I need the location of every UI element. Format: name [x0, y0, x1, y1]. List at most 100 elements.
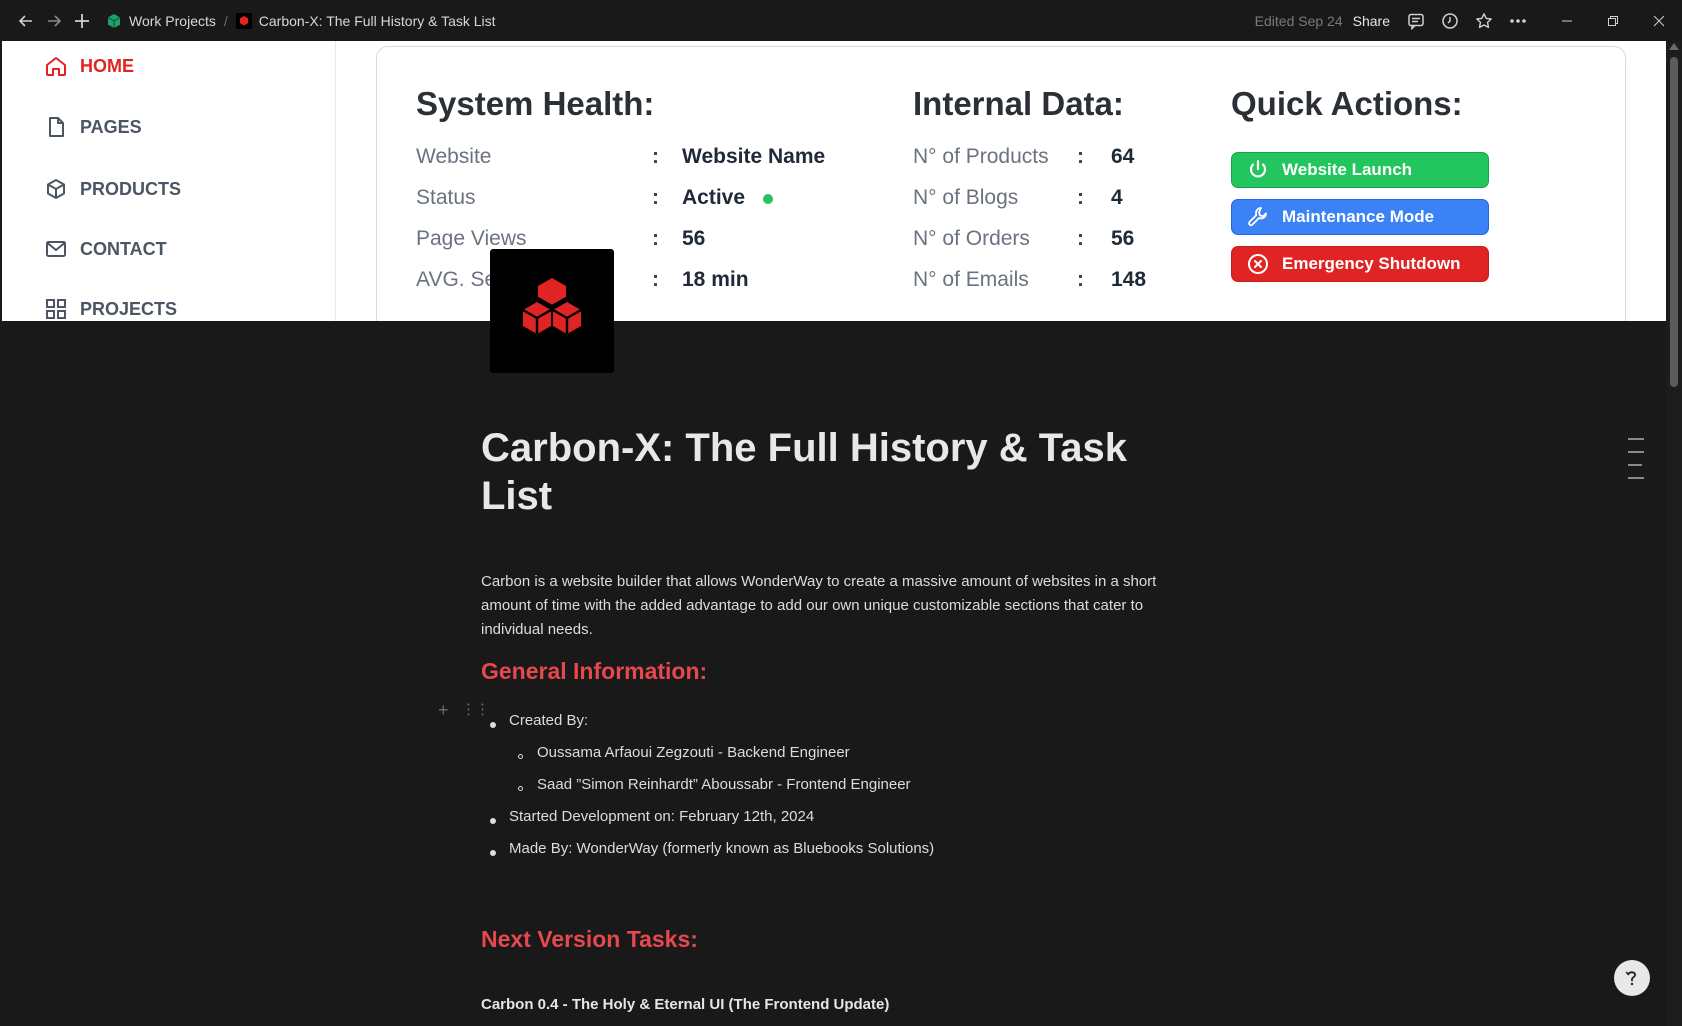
general-information-heading[interactable]: General Information: [481, 658, 707, 685]
emergency-shutdown-label: Emergency Shutdown [1282, 254, 1461, 273]
cover-sidebar: HOME PAGES PRODUCTS CONTACT PROJECTS [2, 41, 336, 321]
colon: : [652, 227, 659, 250]
breadcrumb-page[interactable]: Carbon-X: The Full History & Task List [230, 11, 502, 31]
next-version-tasks-heading[interactable]: Next Version Tasks: [481, 926, 698, 953]
breadcrumb-page-label: Carbon-X: The Full History & Task List [258, 12, 496, 29]
bullet-dot [490, 818, 496, 824]
system-health-value: Active [682, 186, 746, 209]
x-circle-icon [1248, 254, 1268, 274]
cover-nav-products-label: PRODUCTS [80, 178, 182, 199]
bullet-dot [490, 850, 496, 856]
list-item-started[interactable]: Started Development on: February 12th, 2… [509, 808, 814, 825]
version-title[interactable]: Carbon 0.4 - The Holy & Eternal UI (The … [481, 996, 889, 1013]
back-arrow-icon[interactable] [12, 7, 40, 35]
add-block-plus-icon[interactable]: + [438, 700, 449, 721]
cover-nav-pages-label: PAGES [80, 116, 142, 137]
list-item-created-by[interactable]: Created By: [509, 712, 588, 729]
list-item-creator[interactable]: Saad ”Simon Reinhardt” Aboussabr - Front… [537, 776, 911, 793]
favorite-star-icon[interactable] [1470, 7, 1498, 35]
window-minimize-icon[interactable] [1544, 0, 1590, 41]
colon: : [1077, 145, 1084, 168]
share-button[interactable]: Share [1353, 13, 1390, 29]
bullet-dot [490, 722, 496, 728]
outline-line [1628, 438, 1644, 440]
page-title[interactable]: Carbon-X: The Full History & Task List [481, 424, 1181, 520]
internal-data-label: N° of Orders [913, 227, 1030, 250]
sub-bullet-circle [518, 786, 523, 791]
emergency-shutdown-button: Emergency Shutdown [1231, 246, 1489, 282]
help-question-icon [1625, 971, 1637, 986]
internal-data-value: 56 [1111, 227, 1135, 250]
maintenance-mode-button: Maintenance Mode [1231, 199, 1489, 235]
quick-actions-heading: Quick Actions: [1231, 85, 1463, 122]
intro-paragraph[interactable]: Carbon is a website builder that allows … [481, 570, 1181, 642]
grid-squares-icon [46, 299, 66, 319]
breadcrumb-separator: / [223, 12, 228, 29]
outline-line [1628, 464, 1642, 466]
sub-bullet-circle [518, 754, 523, 759]
mail-envelope-icon [46, 241, 66, 257]
home-icon [46, 57, 66, 76]
colon: : [1077, 227, 1084, 250]
forward-arrow-icon[interactable] [40, 7, 68, 35]
more-options-icon[interactable] [1504, 7, 1532, 35]
cover-nav-contact-label: CONTACT [80, 238, 167, 259]
workspace-cube-icon [107, 13, 121, 28]
comments-icon[interactable] [1402, 7, 1430, 35]
cover-nav-projects: PROJECTS [44, 297, 177, 321]
colon: : [652, 268, 659, 291]
help-button[interactable] [1614, 960, 1650, 996]
page-file-icon [49, 117, 64, 137]
cover-nav-products: PRODUCTS [44, 177, 181, 201]
scrollbar-thumb[interactable] [1670, 57, 1678, 387]
red-cubes-icon [522, 278, 582, 334]
vertical-scrollbar[interactable] [1666, 41, 1682, 1026]
page-cube-icon [235, 12, 252, 29]
window-restore-icon[interactable] [1590, 0, 1636, 41]
breadcrumb-workspace-label: Work Projects [129, 12, 216, 29]
cover-nav-projects-label: PROJECTS [80, 298, 178, 319]
colon: : [1077, 268, 1084, 291]
system-health-label: Page Views [416, 227, 527, 250]
cover-nav-contact: CONTACT [44, 237, 167, 261]
scroll-up-arrow-icon[interactable] [1669, 43, 1679, 50]
system-health-value: Website Name [682, 145, 826, 168]
cover-nav-home: HOME [44, 54, 134, 78]
package-box-icon [47, 179, 65, 199]
page-cover-image[interactable]: HOME PAGES PRODUCTS CONTACT PROJECTS Sys… [2, 41, 1666, 321]
system-health-label: Website [416, 145, 492, 168]
active-status-dot [763, 194, 773, 204]
drag-handle-icon[interactable]: ⋮⋮ [461, 700, 490, 718]
list-item-creator[interactable]: Oussama Arfaoui Zegzouti - Backend Engin… [537, 744, 850, 761]
top-bar: Work Projects / Carbon-X: The Full Histo… [0, 0, 1682, 41]
internal-data-label: N° of Blogs [913, 186, 1019, 209]
colon: : [1077, 186, 1084, 209]
system-health-heading: System Health: [416, 85, 655, 122]
window-close-icon[interactable] [1636, 0, 1682, 41]
list-item-made-by[interactable]: Made By: WonderWay (formerly known as Bl… [509, 840, 934, 857]
website-launch-label: Website Launch [1282, 160, 1413, 179]
cover-nav-home-label: HOME [80, 55, 134, 76]
system-health-value: 56 [682, 227, 706, 250]
internal-data-value: 148 [1111, 268, 1147, 291]
internal-data-label: N° of Emails [913, 268, 1029, 291]
outline-line [1628, 451, 1644, 453]
breadcrumb-workspace[interactable]: Work Projects [100, 11, 222, 31]
maintenance-mode-label: Maintenance Mode [1282, 207, 1435, 226]
page-icon[interactable] [490, 249, 614, 373]
system-health-label: Status [416, 186, 476, 209]
colon: : [652, 186, 659, 209]
outline-line [1628, 477, 1644, 479]
website-launch-button: Website Launch [1231, 152, 1489, 188]
history-clock-icon[interactable] [1436, 7, 1464, 35]
new-page-plus-icon[interactable] [68, 7, 96, 35]
wrench-icon [1248, 207, 1267, 227]
power-icon [1249, 159, 1267, 178]
cover-nav-pages: PAGES [44, 115, 142, 139]
system-health-value: 18 min [682, 268, 749, 291]
table-of-contents-outline[interactable] [1628, 438, 1644, 490]
breadcrumb: Work Projects / Carbon-X: The Full Histo… [100, 11, 502, 31]
internal-data-value: 64 [1111, 145, 1135, 168]
colon: : [652, 145, 659, 168]
internal-data-label: N° of Products [913, 145, 1049, 168]
